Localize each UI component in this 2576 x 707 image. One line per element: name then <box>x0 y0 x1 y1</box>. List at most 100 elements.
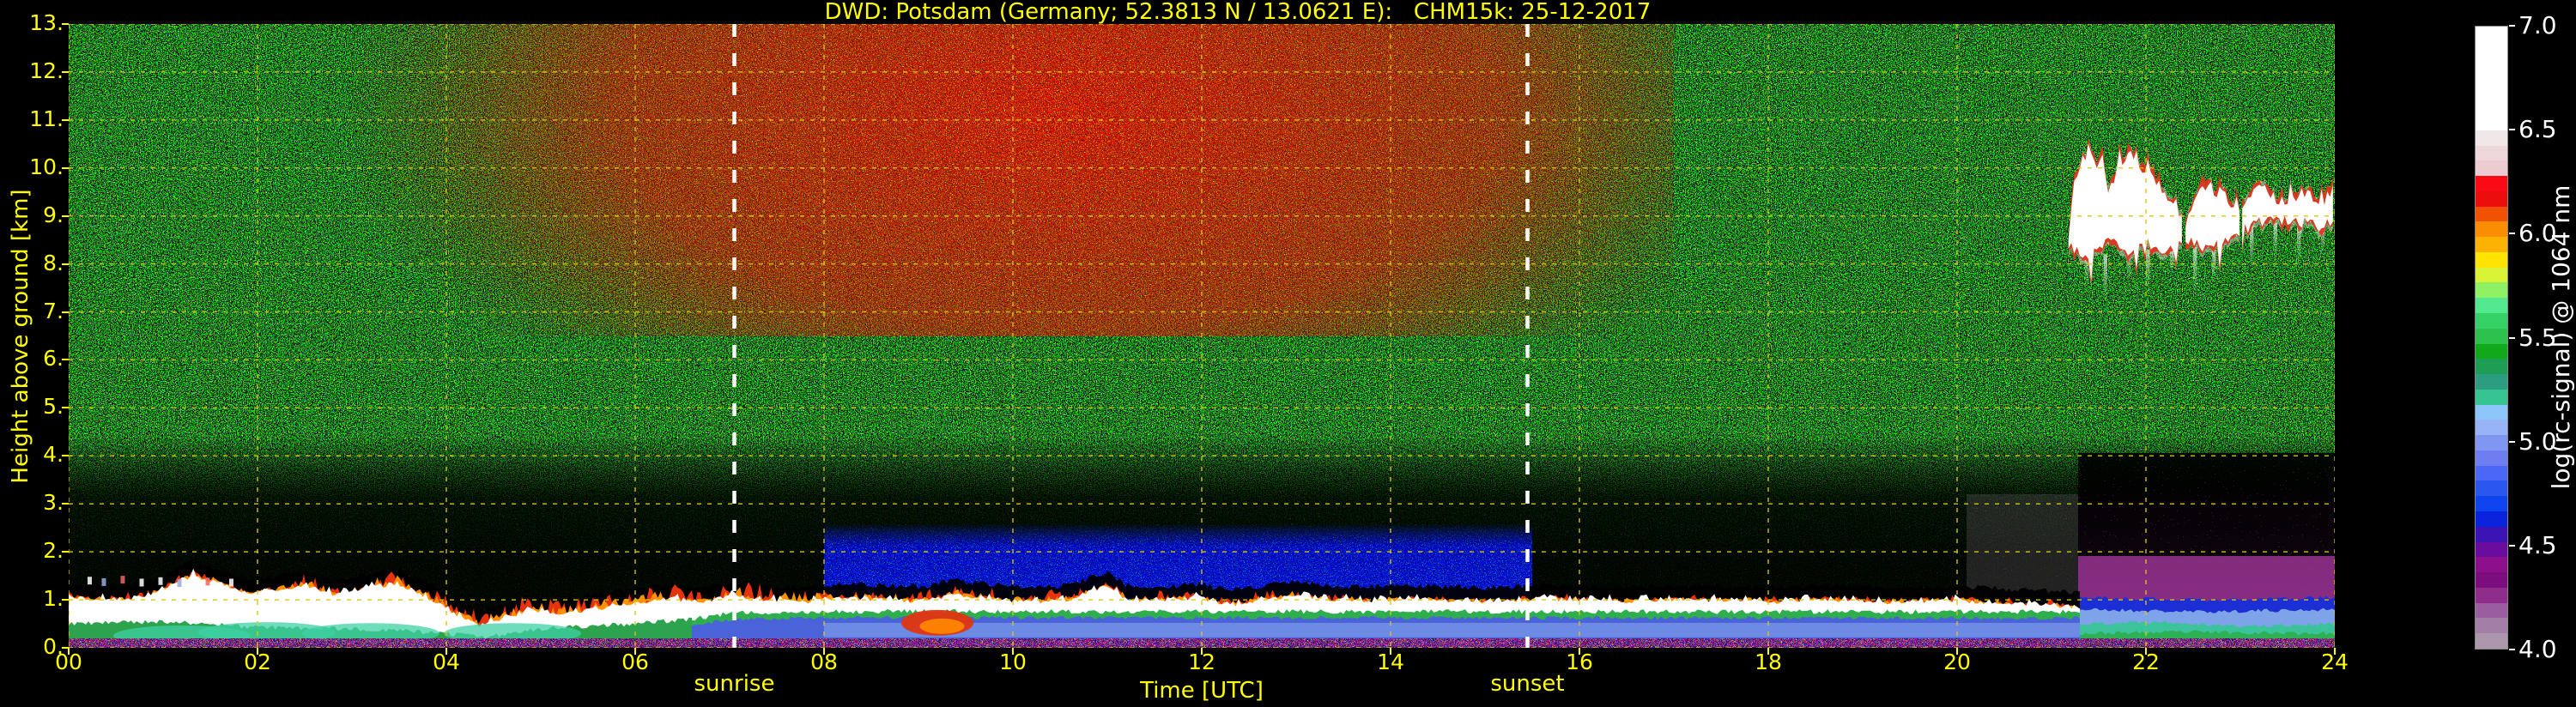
magenta-region-noise <box>2078 453 2335 556</box>
y-tick-label: 0. <box>43 634 64 659</box>
x-tick-mark <box>1201 648 1203 655</box>
colorbar-band <box>2476 572 2507 588</box>
virga-streak <box>2273 223 2277 260</box>
colorbar-band <box>2476 480 2507 497</box>
x-tick-mark <box>634 648 636 655</box>
colorbar-band <box>2476 633 2507 649</box>
colorbar-tick-mark <box>2509 649 2515 650</box>
colorbar-tick-mark <box>2509 440 2515 443</box>
colorbar-tick-label: 4.5 <box>2518 530 2557 559</box>
colorbar-band <box>2476 282 2507 299</box>
y-tick-mark <box>62 647 69 649</box>
colorbar-band <box>2476 160 2507 177</box>
y-tick-mark <box>62 359 69 361</box>
y-tick-mark <box>62 551 69 553</box>
colorbar-band <box>2476 221 2507 238</box>
colorbar-band <box>2476 374 2507 390</box>
speck <box>177 579 182 588</box>
colorbar-band <box>2476 618 2507 634</box>
colorbar-tick-label: 7.0 <box>2518 11 2557 39</box>
y-tick-label: 8. <box>43 250 64 275</box>
colorbar-band <box>2476 130 2507 146</box>
speck <box>158 577 163 585</box>
y-tick-mark <box>62 503 69 505</box>
colorbar-band <box>2476 176 2507 191</box>
y-tick-label: 11. <box>29 106 64 131</box>
x-axis-label: Time [UTC] <box>1140 678 1264 704</box>
colorbar-band <box>2476 328 2507 344</box>
x-tick-mark <box>257 648 258 655</box>
y-tick-mark <box>62 311 69 313</box>
virga-streak <box>2212 249 2216 283</box>
colorbar-band <box>2476 206 2507 222</box>
colorbar-band <box>2476 526 2507 542</box>
speck <box>101 577 106 586</box>
colorbar-tick-mark <box>2509 233 2515 235</box>
y-tick-label: 12. <box>29 57 64 83</box>
colorbar-band <box>2476 541 2507 558</box>
colorbar-tick-label: 5.0 <box>2518 426 2557 456</box>
y-tick-label: 1. <box>43 586 64 612</box>
colorbar-band <box>2476 404 2507 420</box>
y-tick-label: 5. <box>43 394 64 420</box>
colorbar-band <box>2476 587 2507 603</box>
colorbar-band <box>2476 465 2507 481</box>
x-tick-mark <box>1012 648 1014 655</box>
lidar-backscatter-plot <box>69 24 2335 648</box>
orange-patch <box>919 618 965 634</box>
y-tick-label: 9. <box>43 202 64 227</box>
y-tick-label: 4. <box>43 442 64 468</box>
x-tick-mark <box>445 648 447 655</box>
x-tick-mark <box>1767 648 1769 655</box>
colorbar-band <box>2476 389 2507 405</box>
sunrise-label: sunrise <box>694 671 775 697</box>
colorbar-band <box>2476 145 2507 161</box>
colorbar-band <box>2476 359 2507 375</box>
y-tick-label: 3. <box>43 490 64 516</box>
colorbar-band <box>2476 450 2507 466</box>
y-tick-mark <box>62 407 69 409</box>
x-tick-mark <box>1390 648 1391 655</box>
virga-streak <box>2193 247 2197 298</box>
y-tick-mark <box>62 23 69 25</box>
colorbar-tick-mark <box>2509 336 2515 339</box>
figure-canvas: DWD: Potsdam (Germany; 52.3813 N / 13.06… <box>0 0 2576 707</box>
speck <box>139 578 144 587</box>
x-tick-mark <box>823 648 825 655</box>
colorbar-band <box>2476 435 2507 450</box>
colorbar-tick-label: 6.5 <box>2518 115 2557 144</box>
colorbar-band <box>2476 267 2507 283</box>
colorbar-band <box>2476 27 2507 130</box>
x-tick-mark <box>2334 648 2336 655</box>
colorbar-band <box>2476 511 2507 527</box>
colorbar-band <box>2476 602 2507 619</box>
colorbar-band <box>2476 313 2507 329</box>
y-tick-mark <box>62 455 69 457</box>
x-tick-mark <box>2145 648 2147 655</box>
grey-transition-tint <box>1967 494 2078 601</box>
colorbar-band <box>2476 251 2507 268</box>
colorbar-band <box>2476 237 2507 252</box>
colorbar-tick-label: 6.0 <box>2518 219 2557 248</box>
sunset-label: sunset <box>1490 671 1565 697</box>
x-tick-mark <box>1956 648 1958 655</box>
colorbar-band <box>2476 557 2507 573</box>
virga-streak <box>2103 254 2107 303</box>
y-tick-mark <box>62 215 69 217</box>
colorbar-band <box>2476 190 2507 207</box>
colorbar-tick-mark <box>2509 129 2515 131</box>
speck <box>88 577 92 585</box>
y-tick-label: 7. <box>43 298 64 323</box>
colorbar-tick-mark <box>2509 25 2515 27</box>
speck <box>120 576 125 584</box>
speck <box>229 578 233 587</box>
colorbar-band <box>2476 420 2507 436</box>
y-axis-label: Height above ground [km] <box>8 189 33 484</box>
y-tick-label: 6. <box>43 346 64 372</box>
colorbar-tick-mark <box>2509 544 2515 547</box>
colorbar-band <box>2476 298 2507 314</box>
x-tick-mark <box>1579 648 1580 655</box>
colorbar-band <box>2476 496 2507 511</box>
y-tick-mark <box>62 599 69 601</box>
speck <box>205 577 210 586</box>
